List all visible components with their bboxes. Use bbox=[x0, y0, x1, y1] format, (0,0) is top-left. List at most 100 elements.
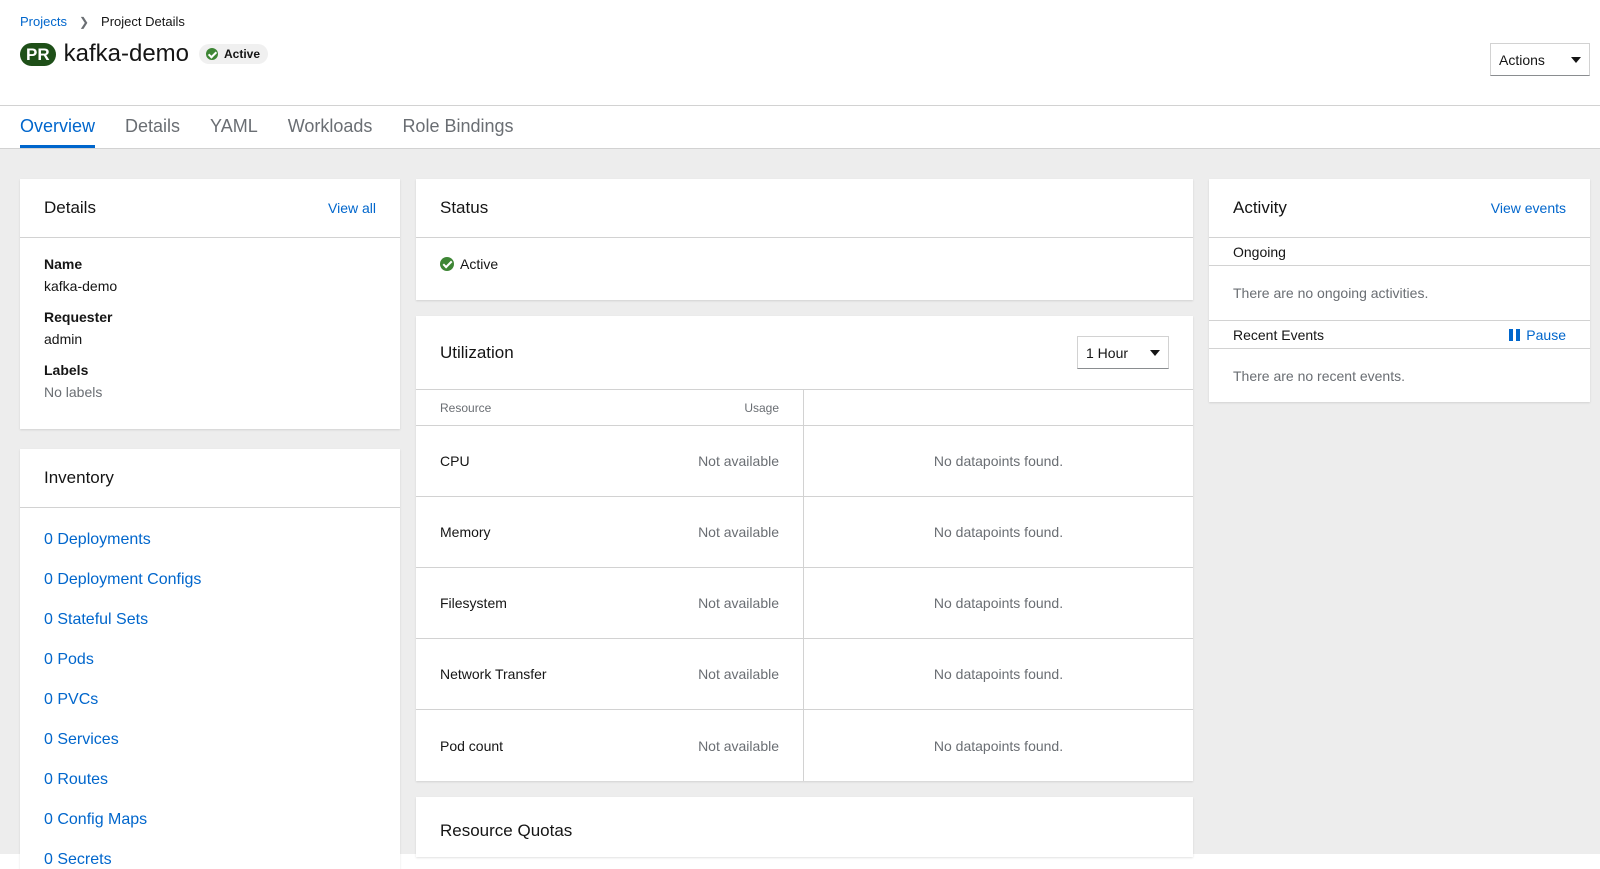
utilization-row-left: Filesystem Not available bbox=[416, 568, 804, 638]
actions-label: Actions bbox=[1499, 51, 1545, 68]
table-row: Network Transfer Not available No datapo… bbox=[416, 639, 1193, 710]
activity-card-title: Activity bbox=[1233, 198, 1287, 217]
utilization-card: Utilization 1 Hour Resource Usage CPU No… bbox=[416, 316, 1193, 781]
breadcrumb-projects-link[interactable]: Projects bbox=[20, 14, 67, 29]
utilization-header-left: Resource Usage bbox=[416, 390, 804, 425]
inventory-config-maps-link[interactable]: 0 Config Maps bbox=[44, 800, 376, 840]
tab-workloads[interactable]: Workloads bbox=[288, 106, 373, 148]
resource-chart-empty: No datapoints found. bbox=[933, 453, 1064, 469]
status-card-title: Status bbox=[440, 198, 489, 217]
page-title: kafka-demo bbox=[63, 40, 190, 67]
usage-column-header: Usage bbox=[744, 400, 779, 415]
view-events-link[interactable]: View events bbox=[1491, 200, 1566, 216]
inventory-secrets-link[interactable]: 0 Secrets bbox=[44, 840, 376, 869]
tab-role-bindings[interactable]: Role Bindings bbox=[402, 106, 513, 148]
resource-chart-empty: No datapoints found. bbox=[933, 524, 1064, 540]
details-card-header: Details View all bbox=[20, 179, 400, 238]
check-circle-icon bbox=[440, 257, 454, 271]
activity-card-header: Activity View events bbox=[1209, 179, 1590, 238]
status-value: Active bbox=[460, 256, 499, 272]
resource-name: Filesystem bbox=[440, 595, 507, 611]
pause-button[interactable]: Pause bbox=[1509, 327, 1566, 343]
pause-icon bbox=[1509, 328, 1521, 341]
resource-name: Memory bbox=[440, 524, 491, 540]
resource-name: Pod count bbox=[440, 737, 504, 754]
caret-down-icon bbox=[1150, 349, 1160, 356]
resource-usage: Not available bbox=[698, 666, 779, 682]
page-header: Projects ❯ Project Details PR kafka-demo… bbox=[0, 0, 1600, 106]
inventory-pods-link[interactable]: 0 Pods bbox=[44, 640, 376, 680]
resource-chart-empty: No datapoints found. bbox=[933, 666, 1064, 682]
name-label: Name bbox=[44, 256, 83, 272]
resource-quotas-title: Resource Quotas bbox=[440, 821, 573, 840]
labels-value: No labels bbox=[44, 384, 103, 400]
ongoing-label: Ongoing bbox=[1233, 243, 1286, 260]
actions-button[interactable]: Actions bbox=[1490, 43, 1590, 76]
tab-details[interactable]: Details bbox=[125, 106, 180, 148]
resource-quotas-card: Resource Quotas bbox=[416, 797, 1193, 857]
utilization-table-header: Resource Usage bbox=[416, 390, 1193, 426]
resource-usage: Not available bbox=[698, 524, 779, 540]
inventory-deployments-link[interactable]: 0 Deployments bbox=[44, 520, 376, 560]
details-card-title: Details bbox=[44, 198, 96, 217]
tab-bar: Overview Details YAML Workloads Role Bin… bbox=[0, 106, 1600, 149]
table-row: Pod count Not available No datapoints fo… bbox=[416, 710, 1193, 781]
utilization-card-title: Utilization bbox=[440, 342, 514, 362]
time-range-dropdown[interactable]: 1 Hour bbox=[1077, 336, 1169, 369]
caret-down-icon bbox=[1571, 56, 1581, 63]
inventory-card-title: Inventory bbox=[44, 468, 114, 487]
recent-events-section-header: Recent Events Pause bbox=[1209, 321, 1590, 349]
utilization-card-header: Utilization 1 Hour bbox=[416, 316, 1193, 390]
resource-usage: Not available bbox=[698, 453, 779, 469]
details-list: Name kafka-demo Requester admin Labels N… bbox=[20, 238, 400, 433]
utilization-row-left: Memory Not available bbox=[416, 497, 804, 567]
inventory-deployment-configs-link[interactable]: 0 Deployment Configs bbox=[44, 560, 376, 600]
resource-name: CPU bbox=[440, 453, 470, 469]
chart-column-header bbox=[804, 390, 1193, 425]
resource-badge: PR bbox=[20, 42, 56, 66]
name-value: kafka-demo bbox=[44, 278, 118, 294]
pause-label: Pause bbox=[1526, 326, 1566, 343]
resource-column-header: Resource bbox=[440, 400, 492, 415]
inventory-card-header: Inventory bbox=[20, 449, 400, 508]
utilization-row-left: CPU Not available bbox=[416, 426, 804, 496]
table-row: Memory Not available No datapoints found… bbox=[416, 497, 1193, 568]
utilization-table: Resource Usage CPU Not available No data… bbox=[416, 390, 1193, 781]
details-card: Details View all Name kafka-demo Request… bbox=[20, 179, 400, 429]
resource-name: Network Transfer bbox=[440, 666, 547, 682]
tab-overview[interactable]: Overview bbox=[20, 106, 96, 148]
title-row: PR kafka-demo Active bbox=[20, 40, 269, 68]
ongoing-section-header: Ongoing bbox=[1209, 238, 1590, 266]
check-circle-icon bbox=[206, 48, 219, 60]
tab-yaml[interactable]: YAML bbox=[210, 106, 258, 148]
inventory-pvcs-link[interactable]: 0 PVCs bbox=[44, 680, 376, 720]
status-card-header: Status bbox=[416, 179, 1193, 238]
recent-events-label: Recent Events bbox=[1233, 326, 1325, 343]
utilization-row-left: Pod count Not available bbox=[416, 710, 804, 781]
inventory-stateful-sets-link[interactable]: 0 Stateful Sets bbox=[44, 600, 376, 640]
activity-card: Activity View events Ongoing There are n… bbox=[1209, 179, 1590, 402]
status-badge: Active bbox=[199, 44, 269, 64]
inventory-card: Inventory 0 Deployments 0 Deployment Con… bbox=[20, 449, 400, 869]
resource-usage: Not available bbox=[698, 737, 779, 754]
ongoing-empty-message: There are no ongoing activities. bbox=[1209, 266, 1590, 321]
requester-value: admin bbox=[44, 331, 83, 347]
table-row: CPU Not available No datapoints found. bbox=[416, 426, 1193, 497]
recent-events-empty-message: There are no recent events. bbox=[1233, 368, 1405, 384]
resource-chart-empty: No datapoints found. bbox=[933, 737, 1064, 754]
status-card-body: Active bbox=[416, 238, 1193, 290]
time-range-value: 1 Hour bbox=[1086, 344, 1129, 361]
status-card: Status Active bbox=[416, 179, 1193, 300]
inventory-routes-link[interactable]: 0 Routes bbox=[44, 760, 376, 800]
resource-quotas-header: Resource Quotas bbox=[416, 797, 1193, 865]
chevron-right-icon: ❯ bbox=[78, 14, 90, 29]
utilization-row-left: Network Transfer Not available bbox=[416, 639, 804, 709]
view-all-link[interactable]: View all bbox=[328, 200, 376, 216]
table-row: Filesystem Not available No datapoints f… bbox=[416, 568, 1193, 639]
inventory-list: 0 Deployments 0 Deployment Configs 0 Sta… bbox=[20, 508, 400, 869]
resource-usage: Not available bbox=[698, 595, 779, 611]
requester-label: Requester bbox=[44, 309, 113, 325]
resource-chart-empty: No datapoints found. bbox=[933, 595, 1064, 611]
breadcrumb: Projects ❯ Project Details bbox=[20, 14, 185, 29]
inventory-services-link[interactable]: 0 Services bbox=[44, 720, 376, 760]
